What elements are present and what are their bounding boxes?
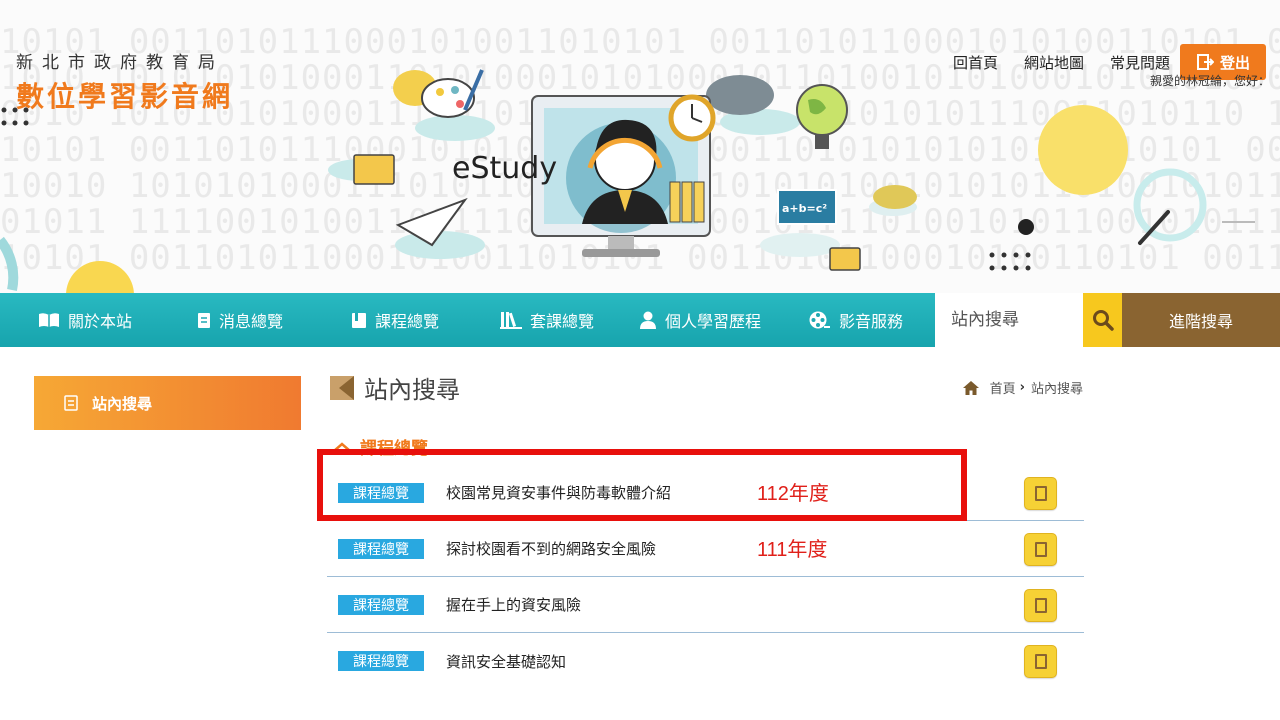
nav-item-label: 課程總覽 bbox=[375, 312, 440, 331]
site-search-input[interactable] bbox=[935, 293, 1083, 347]
logout-label: 登出 bbox=[1219, 53, 1250, 72]
nav-item-label: 個人學習歷程 bbox=[665, 312, 762, 331]
view-document-button[interactable] bbox=[1024, 477, 1057, 510]
category-tag: 課程總覽 bbox=[338, 651, 424, 671]
faq-link[interactable]: 常見問題 bbox=[1110, 52, 1170, 73]
category-tag: 課程總覽 bbox=[338, 482, 424, 503]
decor-cloud-dark bbox=[706, 75, 774, 115]
decor-ring bbox=[1133, 168, 1207, 242]
palette-shape bbox=[421, 78, 475, 118]
result-row[interactable]: 課程總覽 資訊安全基礎認知 bbox=[327, 633, 1084, 689]
banner-estudy-text: eStudy bbox=[452, 151, 557, 186]
nav-item-courses[interactable]: 課程總覽 bbox=[351, 293, 439, 347]
document-icon bbox=[1034, 654, 1047, 669]
nav-item-course-packages[interactable]: 套課總覽 bbox=[500, 293, 594, 347]
logout-icon bbox=[1196, 54, 1214, 70]
sidebar-item-site-search[interactable]: 站內搜尋 bbox=[34, 376, 301, 430]
document-icon bbox=[1034, 542, 1047, 557]
section-heading: 課程總覽 bbox=[332, 434, 428, 459]
nav-item-label: 套課總覽 bbox=[530, 312, 595, 331]
breadcrumb-home[interactable]: 首頁 bbox=[990, 378, 1016, 397]
nav-item-av-services[interactable]: 影音服務 bbox=[809, 293, 903, 347]
main-nav: 關於本站 消息總覽 課程總覽 套課總覽 個人學習歷程 影音服務 進階搜尋 bbox=[0, 293, 1280, 347]
nav-item-label: 影音服務 bbox=[839, 312, 904, 331]
result-row[interactable]: 課程總覽 探討校園看不到的網路安全風險 111年度 bbox=[327, 521, 1084, 577]
result-title[interactable]: 握在手上的資安風險 bbox=[446, 594, 581, 615]
notebook-icon bbox=[351, 312, 367, 329]
category-tag: 課程總覽 bbox=[338, 594, 424, 615]
chalkboard-text: a+b=c² bbox=[782, 202, 827, 215]
nav-item-news[interactable]: 消息總覽 bbox=[197, 293, 283, 347]
year-annotation: 112年度 bbox=[757, 483, 829, 505]
person-icon bbox=[639, 311, 657, 329]
home-icon bbox=[962, 380, 979, 395]
decor-arc bbox=[0, 236, 19, 292]
year-annotation: 111年度 bbox=[757, 539, 828, 561]
decor-circle bbox=[66, 261, 134, 293]
site-name: 數位學習影音網 bbox=[16, 80, 234, 113]
category-tag: 課程總覽 bbox=[338, 538, 424, 559]
user-greeting: 親愛的林冠綸，您好： bbox=[1149, 74, 1270, 88]
org-name: 新北市政府教育局 bbox=[16, 53, 224, 73]
document-icon bbox=[64, 395, 78, 411]
result-row[interactable]: 課程總覽 握在手上的資安風險 bbox=[327, 577, 1084, 633]
chevron-up-icon bbox=[333, 441, 351, 452]
search-icon bbox=[1092, 310, 1114, 331]
section-heading-text: 課程總覽 bbox=[360, 439, 428, 459]
result-title[interactable]: 資訊安全基礎認知 bbox=[446, 651, 566, 672]
breadcrumb-current: 站內搜尋 bbox=[1030, 382, 1083, 397]
sitemap-link[interactable]: 網站地圖 bbox=[1024, 52, 1084, 73]
result-row[interactable]: 課程總覽 校園常見資安事件與防毒軟體介紹 112年度 bbox=[327, 465, 1084, 521]
decor-dot-grid bbox=[989, 252, 1031, 271]
document-icon bbox=[197, 312, 211, 329]
folder-shape bbox=[829, 247, 861, 271]
view-document-button[interactable] bbox=[1024, 589, 1057, 622]
view-document-button[interactable] bbox=[1024, 645, 1057, 678]
book-icon bbox=[38, 312, 60, 328]
sidebar-item-label: 站內搜尋 bbox=[92, 394, 153, 413]
view-document-button[interactable] bbox=[1024, 533, 1057, 566]
nav-item-about[interactable]: 關於本站 bbox=[38, 293, 132, 347]
nav-item-learning-history[interactable]: 個人學習歷程 bbox=[639, 293, 761, 347]
library-icon bbox=[500, 311, 522, 329]
result-title[interactable]: 校園常見資安事件與防毒軟體介紹 bbox=[446, 482, 671, 503]
breadcrumb: 首頁 › 站內搜尋 bbox=[962, 378, 1083, 397]
advanced-search-button[interactable]: 進階搜尋 bbox=[1122, 293, 1280, 347]
breadcrumb-separator: › bbox=[1019, 380, 1025, 395]
nav-item-label: 消息總覽 bbox=[219, 312, 284, 331]
nav-item-label: 關於本站 bbox=[68, 312, 133, 331]
result-title[interactable]: 探討校園看不到的網路安全風險 bbox=[446, 538, 656, 559]
home-link[interactable]: 回首頁 bbox=[953, 52, 998, 73]
decor-circle bbox=[1038, 105, 1128, 195]
title-marker-icon bbox=[330, 375, 354, 400]
search-button[interactable] bbox=[1083, 293, 1122, 347]
decor-yellow-blob bbox=[873, 185, 917, 209]
page-title: 站內搜尋 bbox=[330, 370, 460, 405]
site-logo[interactable]: 新北市政府教育局 數位學習影音網 bbox=[16, 48, 233, 115]
folder-shape bbox=[353, 154, 395, 185]
document-icon bbox=[1034, 598, 1047, 613]
document-icon bbox=[1034, 486, 1047, 501]
film-reel-icon bbox=[809, 310, 831, 330]
header-banner: 10101 00110101110001010011010101 0011010… bbox=[0, 0, 1280, 293]
page-title-text: 站內搜尋 bbox=[364, 376, 460, 404]
decor-dot bbox=[1018, 219, 1034, 235]
